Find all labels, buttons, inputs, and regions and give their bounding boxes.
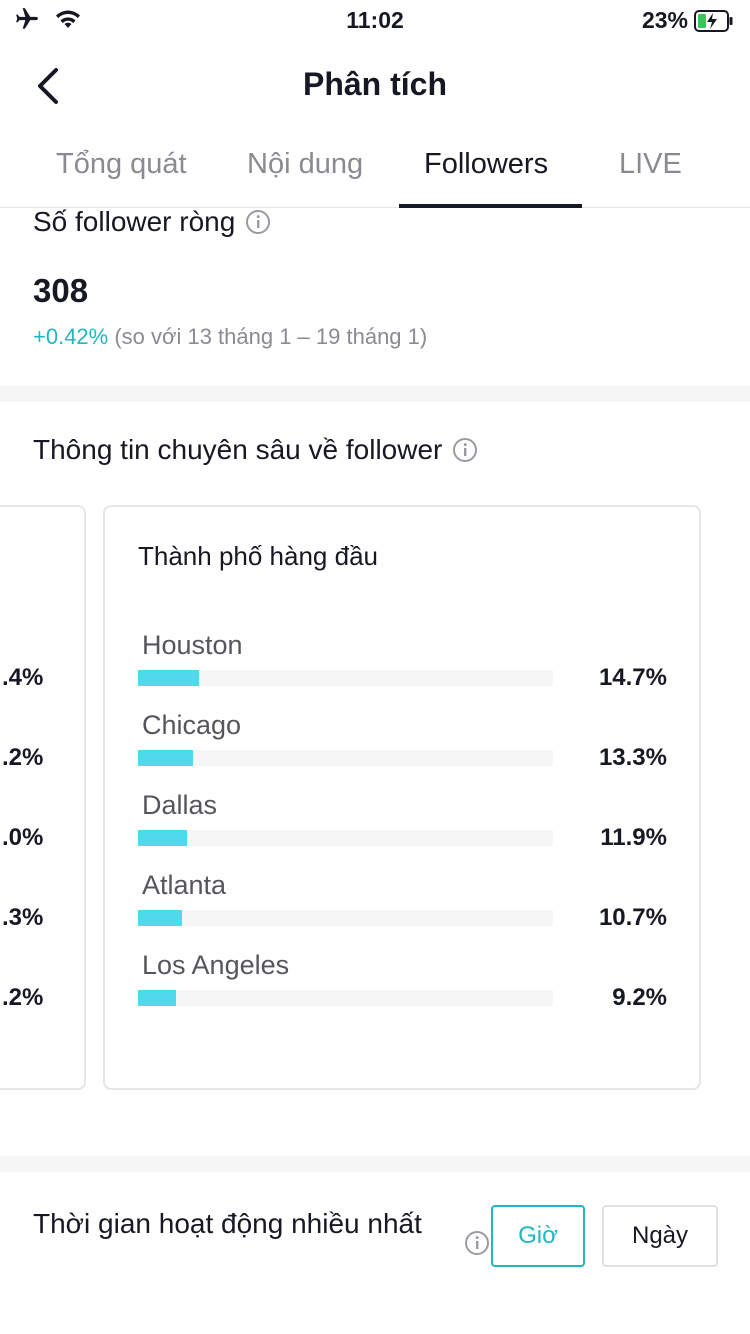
status-bar: 11:02 23% bbox=[0, 0, 750, 40]
change-note: (so với 13 tháng 1 – 19 tháng 1) bbox=[114, 324, 428, 349]
city-bar-fill bbox=[138, 670, 199, 686]
city-name: Atlanta bbox=[142, 870, 227, 900]
status-time: 11:02 bbox=[346, 7, 404, 33]
city-row: Houston 14.7% bbox=[105, 630, 703, 710]
tab-live[interactable]: LIVE bbox=[619, 148, 682, 181]
net-followers-title: Số follower ròng bbox=[33, 206, 236, 237]
city-name: Los Angeles bbox=[142, 950, 290, 980]
status-right: 23% bbox=[642, 7, 734, 34]
active-tab-indicator bbox=[399, 204, 582, 208]
tab-content[interactable]: Nội dung bbox=[247, 148, 363, 181]
hour-toggle-button[interactable]: Giờ bbox=[491, 1205, 585, 1267]
insights-heading: Thông tin chuyên sâu về follower bbox=[33, 434, 478, 466]
battery-percent: 23% bbox=[641, 7, 688, 33]
section-divider bbox=[0, 386, 750, 402]
city-row: Atlanta 10.7% bbox=[105, 870, 703, 950]
city-name: Chicago bbox=[142, 710, 242, 740]
battery-charging-icon bbox=[694, 9, 733, 32]
city-bar-fill bbox=[138, 750, 194, 766]
tab-followers[interactable]: Followers bbox=[424, 148, 548, 181]
header: Phân tích bbox=[0, 50, 750, 120]
previous-card-percent: .3% bbox=[2, 904, 44, 931]
info-icon[interactable] bbox=[245, 209, 271, 235]
city-bar-track bbox=[138, 670, 553, 686]
previous-card-percent: .2% bbox=[2, 984, 44, 1011]
city-name: Houston bbox=[142, 630, 243, 660]
city-bar-track bbox=[138, 990, 553, 1006]
tab-bar: Tổng quát Nội dung Followers LIVE bbox=[0, 130, 750, 208]
previous-card-percent: .0% bbox=[2, 824, 44, 851]
city-row: Los Angeles 9.2% bbox=[105, 950, 703, 1030]
city-percent: 9.2% bbox=[612, 984, 667, 1011]
tab-overview[interactable]: Tổng quát bbox=[56, 148, 187, 181]
net-followers-value: 308 bbox=[33, 272, 89, 309]
top-cities-card[interactable]: Thành phố hàng đầu Houston 14.7% Chicago… bbox=[103, 505, 701, 1090]
day-toggle-button[interactable]: Ngày bbox=[602, 1205, 718, 1267]
city-percent: 14.7% bbox=[598, 664, 667, 691]
active-time-title: Thời gian hoạt động nhiều nhất bbox=[33, 1208, 422, 1239]
city-bar-fill bbox=[138, 910, 183, 926]
section-divider bbox=[0, 1156, 750, 1172]
previous-insight-card[interactable]: .4% .2% .0% .3% .2% bbox=[0, 505, 86, 1090]
top-cities-title: Thành phố hàng đầu bbox=[138, 541, 378, 571]
city-percent: 11.9% bbox=[600, 824, 667, 851]
previous-card-percent: .2% bbox=[2, 744, 44, 771]
info-icon[interactable] bbox=[464, 1230, 490, 1256]
city-row: Dallas 11.9% bbox=[105, 790, 703, 870]
city-percent: 13.3% bbox=[598, 744, 667, 771]
city-bar-track bbox=[138, 830, 553, 846]
city-bar-track bbox=[138, 750, 553, 766]
net-followers-heading: Số follower ròng bbox=[33, 206, 271, 238]
city-row: Chicago 13.3% bbox=[105, 710, 703, 790]
city-bar-fill bbox=[138, 830, 188, 846]
city-bar-track bbox=[138, 910, 553, 926]
info-icon[interactable] bbox=[452, 437, 478, 463]
city-percent: 10.7% bbox=[598, 904, 667, 931]
city-bar-fill bbox=[138, 990, 177, 1006]
insights-title: Thông tin chuyên sâu về follower bbox=[33, 434, 443, 465]
page-title: Phân tích bbox=[302, 66, 447, 102]
city-name: Dallas bbox=[142, 790, 218, 820]
change-percent: +0.42% bbox=[33, 324, 109, 349]
previous-card-percent: .4% bbox=[2, 664, 44, 691]
net-followers-change: +0.42% (so với 13 tháng 1 – 19 tháng 1) bbox=[33, 324, 427, 350]
